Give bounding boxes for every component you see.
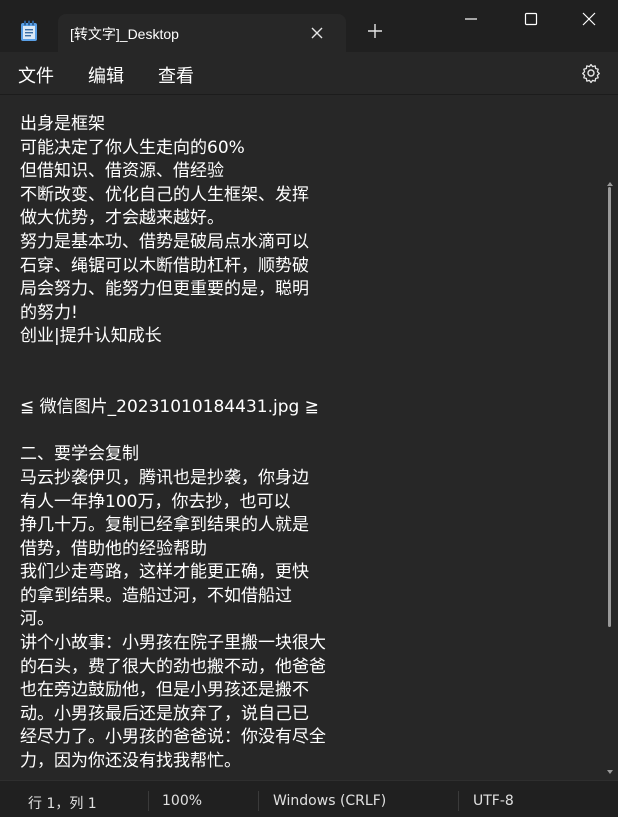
- title-bar: [转文字]_Desktop: [0, 0, 618, 52]
- gear-icon[interactable]: [580, 62, 602, 84]
- text-line: [20, 373, 326, 397]
- scrollbar-thumb[interactable]: [608, 187, 611, 627]
- text-line: 有人一年挣100万，你去抄，也可以: [20, 491, 291, 512]
- notepad-icon: [20, 20, 38, 42]
- maximize-button[interactable]: [508, 0, 554, 40]
- status-divider: [148, 791, 149, 811]
- maximize-icon: [524, 11, 538, 30]
- cursor-position: 行 1，列 1: [28, 796, 97, 812]
- text-line: 讲个小故事：小男孩在院子里搬一块很大: [20, 633, 326, 654]
- line-ending: Windows (CRLF): [273, 793, 387, 809]
- text-line: 力，因为你还没有找我帮忙。: [20, 751, 241, 772]
- text-line: 河。: [20, 609, 54, 630]
- text-line: 做大优势，才会越来越好。: [20, 208, 224, 229]
- status-divider: [458, 791, 459, 811]
- minimize-button[interactable]: [448, 0, 494, 40]
- text-line: 出身是框架: [20, 114, 105, 134]
- menu-view[interactable]: 查看: [158, 62, 194, 88]
- text-line: [20, 349, 326, 373]
- text-line: 努力是基本功、借势是破局点水滴可以: [20, 231, 309, 252]
- scroll-down-arrow-icon[interactable]: [606, 761, 614, 774]
- scroll-up-arrow-icon[interactable]: [606, 173, 614, 186]
- status-divider: [258, 791, 259, 811]
- text-line: 也在旁边鼓励他，但是小男孩还是搬不: [20, 680, 309, 701]
- new-tab-plus-icon[interactable]: [366, 22, 384, 40]
- text-line: 但借知识、借资源、借经验: [20, 161, 224, 182]
- text-line: 挣几十万。复制已经拿到结果的人就是: [20, 515, 309, 536]
- text-line: 的努力!: [20, 302, 78, 323]
- encoding: UTF-8: [473, 793, 514, 809]
- tab-document[interactable]: [转文字]_Desktop: [58, 14, 346, 52]
- text-line: 动。小男孩最后还是放弃了，说自己已: [20, 703, 309, 724]
- minimize-icon: [464, 11, 478, 30]
- text-line: 可能决定了你人生走向的60%: [20, 137, 245, 158]
- text-line: 马云抄袭伊贝，腾讯也是抄袭，你身边: [20, 467, 309, 488]
- menu-bar: 文件 编辑 查看: [0, 52, 618, 94]
- text-line: [20, 420, 326, 444]
- menu-file[interactable]: 文件: [18, 62, 54, 88]
- close-icon: [582, 11, 596, 30]
- status-bar: 行 1，列 1 100% Windows (CRLF) UTF-8: [0, 780, 618, 817]
- zoom-level: 100%: [162, 793, 203, 809]
- close-window-button[interactable]: [566, 0, 612, 40]
- text-line: 的石头，费了很大的劲也搬不动，他爸爸: [20, 656, 326, 677]
- text-line: 局会努力、能努力但更重要的是，聪明: [20, 279, 309, 300]
- text-line: 借势，借助他的经验帮助: [20, 538, 207, 559]
- menu-edit[interactable]: 编辑: [88, 62, 124, 88]
- text-line: 二、要学会复制: [20, 444, 139, 465]
- text-line: 经尽力了。小男孩的爸爸说：你没有尽全: [20, 727, 326, 748]
- text-line: 我们少走弯路，这样才能更正确，更快: [20, 562, 309, 583]
- text-line: 的拿到结果。造船过河，不如借船过: [20, 585, 292, 606]
- text-line: 石穿、绳锯可以木断借助杠杆，顺势破: [20, 255, 309, 276]
- tab-title: [转文字]_Desktop: [70, 26, 179, 42]
- close-tab-icon[interactable]: [308, 24, 326, 42]
- text-line: ≦ 微信图片_20231010184431.jpg ≧: [20, 397, 319, 418]
- document-text[interactable]: 出身是框架可能决定了你人生走向的60% 但借知识、借资源、借经验 不断改变、优化自己…: [20, 113, 326, 774]
- text-line: 不断改变、优化自己的人生框架、发挥: [20, 184, 309, 205]
- text-editor[interactable]: 出身是框架可能决定了你人生走向的60% 但借知识、借资源、借经验 不断改变、优化自己…: [0, 94, 618, 781]
- text-line: 创业|提升认知成长: [20, 326, 162, 347]
